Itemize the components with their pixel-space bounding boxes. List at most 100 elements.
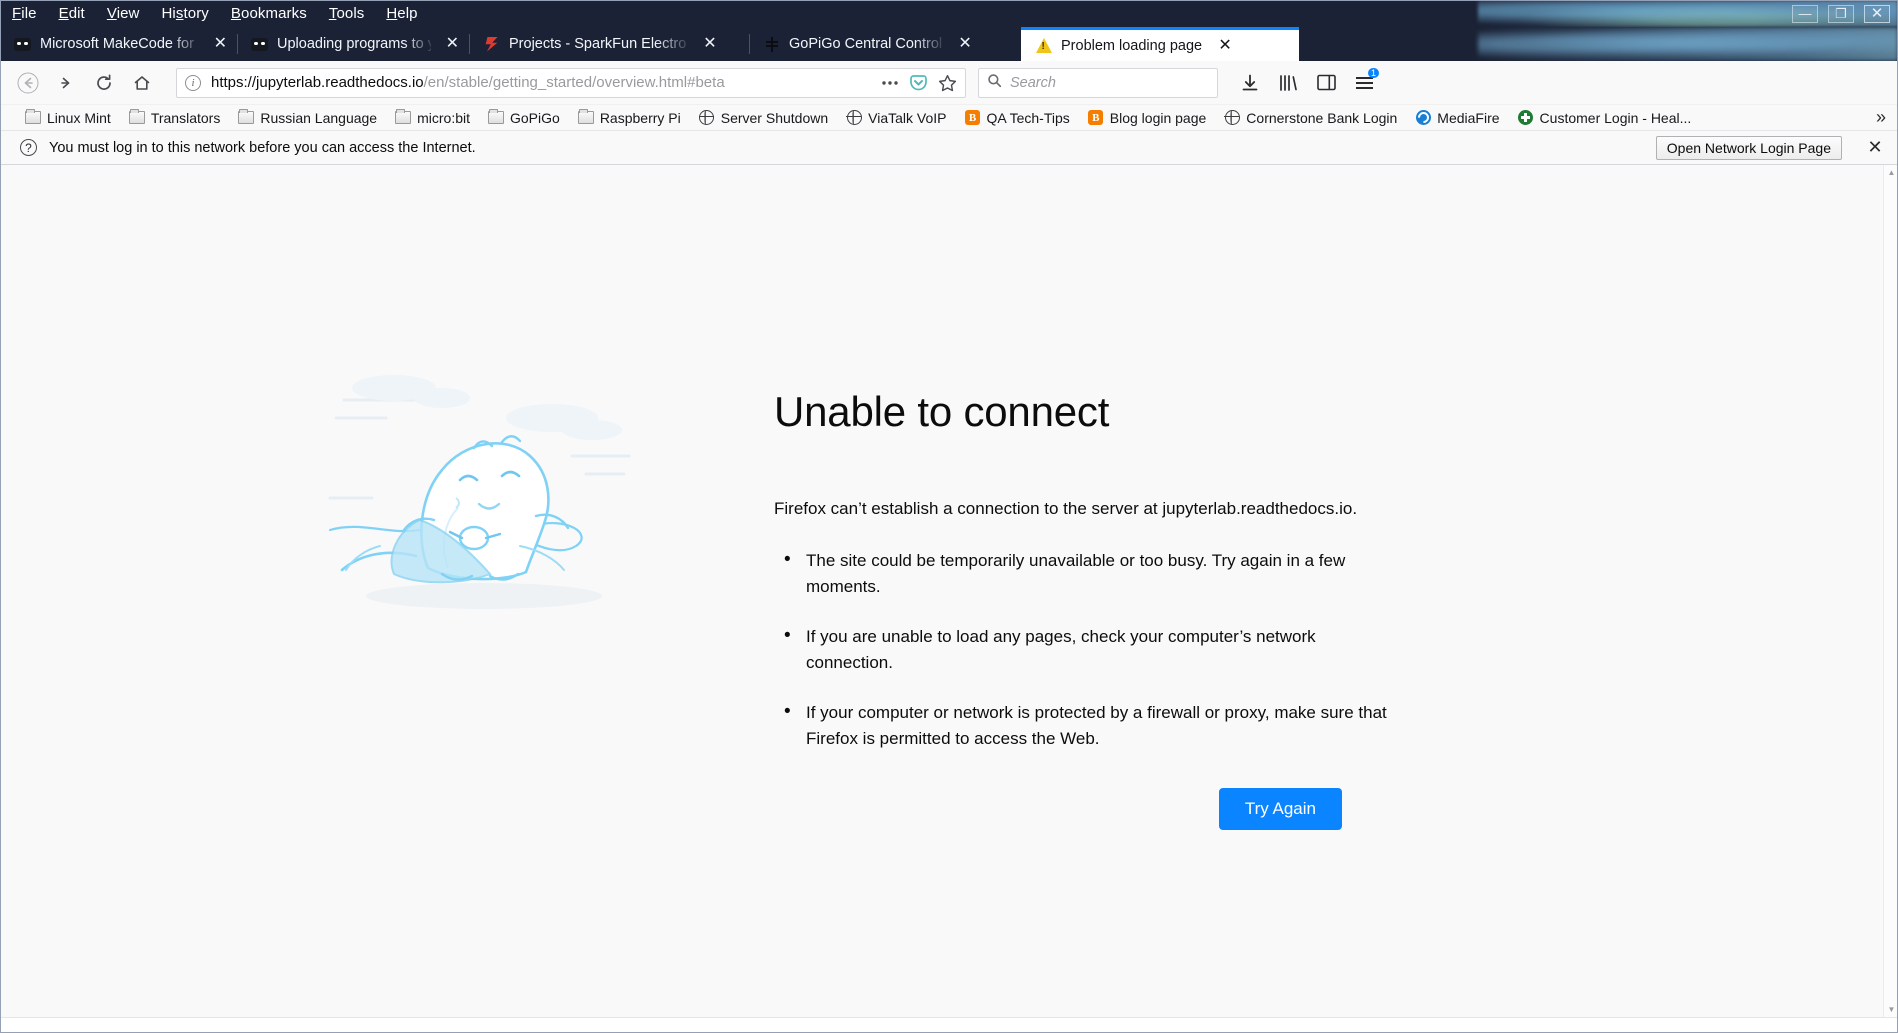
bookmark-label: Server Shutdown xyxy=(720,109,829,126)
bookmark-mediafire[interactable]: MediaFire xyxy=(1406,110,1508,126)
error-description: Firefox can’t establish a connection to … xyxy=(774,499,1358,518)
bookmark-translators[interactable]: Translators xyxy=(120,109,230,126)
tab-close-button[interactable]: ✕ xyxy=(1217,37,1233,54)
bookmark-label: MediaFire xyxy=(1437,109,1500,126)
bookmark-label: GoPiGo xyxy=(510,109,560,126)
title-bar: File Edit View History Bookmarks Tools H… xyxy=(0,0,1898,27)
globe-icon xyxy=(1224,110,1240,125)
tab-list: Microsoft MakeCode for micro: ✕ Uploadin… xyxy=(0,27,1299,61)
error-actions: Try Again xyxy=(774,788,1394,830)
tab-sparkfun[interactable]: Projects - SparkFun Electronics ✕ xyxy=(469,27,749,61)
folder-icon xyxy=(128,109,145,125)
tab-label: Projects - SparkFun Electronics xyxy=(509,36,687,52)
bookmark-label: Cornerstone Bank Login xyxy=(1246,109,1398,126)
window-controls: — ❐ ✕ xyxy=(1792,0,1890,27)
scroll-up-button[interactable]: ▲ xyxy=(1884,165,1898,180)
page-content: Unable to connect Firefox can’t establis… xyxy=(0,165,1898,1017)
search-placeholder: Search xyxy=(1010,74,1056,91)
menu-item-help[interactable]: Help xyxy=(386,5,417,22)
bookmark-cornerstone-bank-login[interactable]: Cornerstone Bank Login xyxy=(1215,110,1406,126)
folder-icon xyxy=(577,109,594,125)
bookmark-linux-mint[interactable]: Linux Mint xyxy=(16,109,120,126)
sparkfun-icon xyxy=(483,36,500,53)
forward-arrow-icon[interactable] xyxy=(48,66,84,100)
browser-window: File Edit View History Bookmarks Tools H… xyxy=(0,0,1898,1033)
menu-update-badge: 1 xyxy=(1367,67,1379,78)
bookmark-blog-login-page[interactable]: B Blog login page xyxy=(1079,110,1216,126)
menu-item-tools[interactable]: Tools xyxy=(329,5,365,22)
tab-close-button[interactable]: ✕ xyxy=(446,36,459,52)
star-icon[interactable] xyxy=(938,74,957,92)
error-suggestion-list: The site could be temporarily unavailabl… xyxy=(776,547,1394,752)
tab-problem-loading-page[interactable]: Problem loading page ✕ xyxy=(1021,27,1299,61)
notification-close-icon[interactable]: ✕ xyxy=(1862,135,1888,161)
bookmark-raspberry-pi[interactable]: Raspberry Pi xyxy=(569,109,690,126)
minimize-button[interactable]: — xyxy=(1792,4,1818,23)
error-suggestion-item: The site could be temporarily unavailabl… xyxy=(776,547,1394,600)
ellipsis-icon[interactable] xyxy=(881,78,899,88)
navigation-toolbar: i https://jupyterlab.readthedocs.io/en/s… xyxy=(0,61,1898,105)
error-page: Unable to connect Firefox can’t establis… xyxy=(324,165,1574,1017)
reload-icon[interactable] xyxy=(86,66,122,100)
url-bar[interactable]: i https://jupyterlab.readthedocs.io/en/s… xyxy=(176,67,966,98)
globe-icon xyxy=(698,110,715,125)
bookmark-label: Blog login page xyxy=(1109,109,1207,126)
vertical-scrollbar[interactable]: ▲ ▼ xyxy=(1883,165,1898,1017)
folder-icon xyxy=(238,109,255,125)
blogger-icon: B xyxy=(965,110,981,125)
try-again-button[interactable]: Try Again xyxy=(1218,788,1342,830)
open-network-login-page-button[interactable]: Open Network Login Page xyxy=(1655,135,1842,160)
downloads-arrow-icon[interactable] xyxy=(1234,67,1266,99)
bookmark-gopigo[interactable]: GoPiGo xyxy=(479,109,569,126)
bookmark-viatalk-voip[interactable]: ViaTalk VoIP xyxy=(837,110,955,126)
bookmark-customer-login[interactable]: Customer Login - Heal... xyxy=(1509,110,1701,126)
blogger-icon: B xyxy=(1088,110,1104,125)
maximize-button[interactable]: ❐ xyxy=(1828,4,1854,23)
tab-uploading-programs[interactable]: Uploading programs to your m ✕ xyxy=(237,27,469,61)
tab-close-button[interactable]: ✕ xyxy=(702,36,718,52)
bookmarks-overflow-icon[interactable]: » xyxy=(1876,107,1890,128)
mediafire-icon xyxy=(1415,110,1431,125)
close-window-button[interactable]: ✕ xyxy=(1864,4,1890,23)
folder-icon xyxy=(488,109,504,125)
bookmark-microbit[interactable]: micro:bit xyxy=(386,109,479,126)
back-arrow-icon[interactable] xyxy=(10,66,46,100)
tab-gopigo-central-control[interactable]: GoPiGo Central Control ✕ xyxy=(749,27,1021,61)
menu-item-history[interactable]: History xyxy=(162,5,209,22)
menu-item-bookmarks[interactable]: Bookmarks xyxy=(231,5,307,22)
tab-close-button[interactable]: ✕ xyxy=(214,36,227,52)
search-icon xyxy=(987,73,1002,93)
pocket-icon[interactable] xyxy=(909,74,928,92)
tab-makecode[interactable]: Microsoft MakeCode for micro: ✕ xyxy=(0,27,237,61)
error-title: Unable to connect xyxy=(774,388,1110,435)
status-bar xyxy=(0,1017,1898,1033)
bookmark-server-shutdown[interactable]: Server Shutdown xyxy=(690,110,837,126)
search-bar[interactable]: Search xyxy=(978,67,1218,98)
menu-item-file[interactable]: File xyxy=(12,5,37,22)
toolbar-icons: 1 xyxy=(1234,67,1380,99)
notification-message: You must log in to this network before y… xyxy=(49,139,476,156)
menu-item-view[interactable]: View xyxy=(107,5,140,22)
bookmark-russian-language[interactable]: Russian Language xyxy=(229,109,386,126)
sidebar-icon[interactable] xyxy=(1310,67,1342,99)
bookmark-label: Raspberry Pi xyxy=(599,109,681,126)
url-bar-actions xyxy=(873,74,957,92)
tab-label: GoPiGo Central Control xyxy=(789,36,943,52)
scroll-down-button[interactable]: ▼ xyxy=(1884,1002,1898,1017)
warning-icon xyxy=(1035,37,1052,54)
bookmark-label: micro:bit xyxy=(417,109,470,126)
tab-label: Uploading programs to your m xyxy=(277,36,431,52)
hamburger-menu-icon[interactable]: 1 xyxy=(1348,67,1380,99)
folder-icon xyxy=(25,109,41,125)
library-icon[interactable] xyxy=(1272,67,1304,99)
bookmark-qa-tech-tips[interactable]: B QA Tech-Tips xyxy=(956,110,1079,126)
home-icon[interactable] xyxy=(124,66,160,100)
gopigo-icon xyxy=(763,36,780,53)
menu-item-edit[interactable]: Edit xyxy=(59,5,85,22)
bookmark-label: QA Tech-Tips xyxy=(986,109,1070,126)
site-info-icon[interactable]: i xyxy=(185,74,201,91)
tab-close-button[interactable]: ✕ xyxy=(957,36,973,52)
bookmark-label: ViaTalk VoIP xyxy=(868,109,947,126)
makecode-icon xyxy=(14,36,31,53)
url-text: https://jupyterlab.readthedocs.io/en/sta… xyxy=(211,74,873,91)
